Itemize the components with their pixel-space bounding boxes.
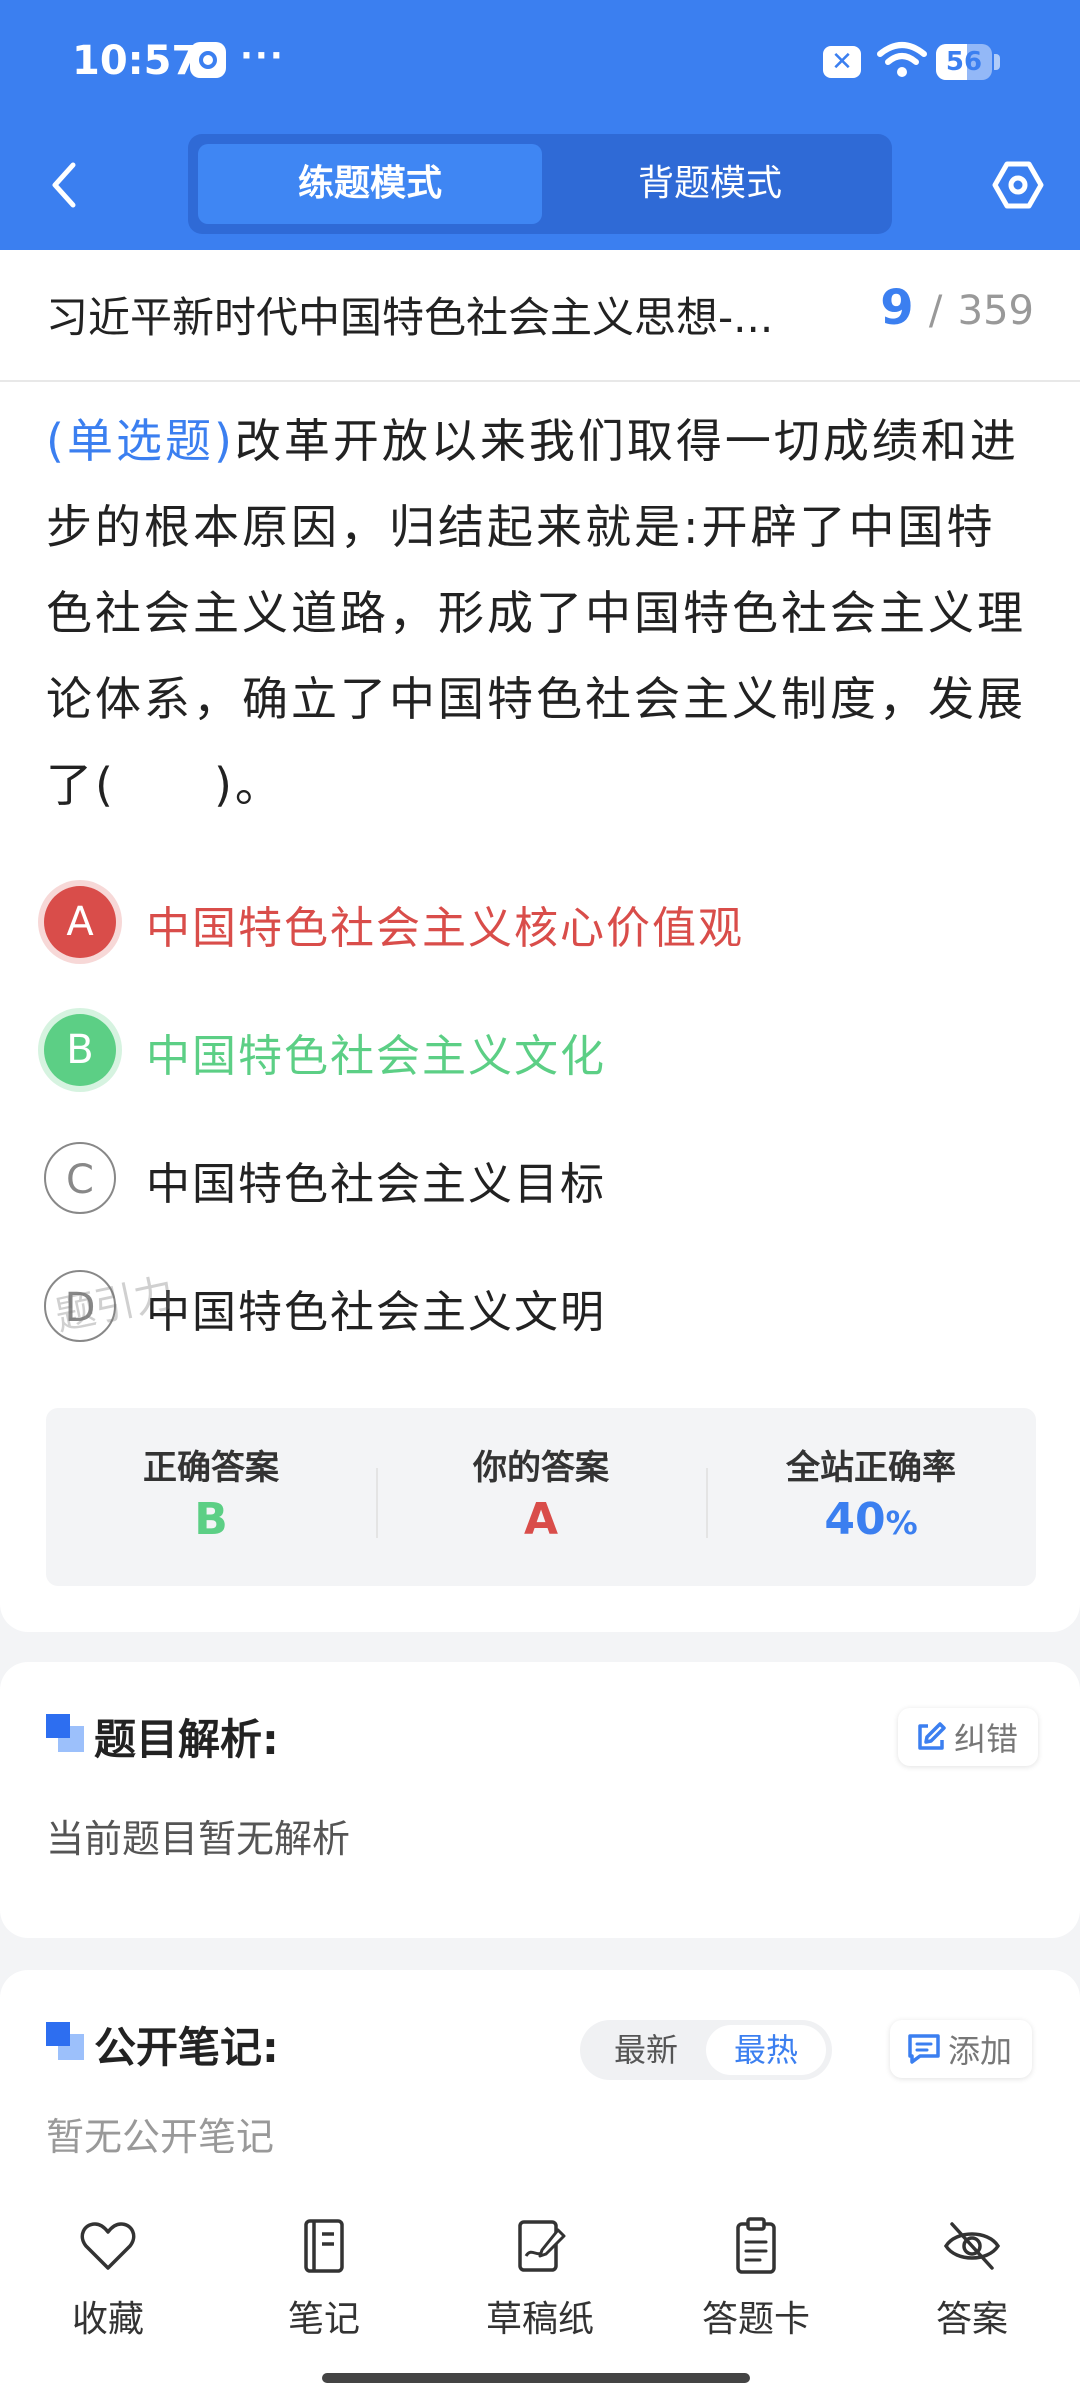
- notebook-icon: [304, 2219, 344, 2273]
- clipboard-icon: [736, 2217, 776, 2274]
- settings-button[interactable]: [985, 150, 1051, 220]
- chevron-left-icon: [52, 162, 76, 208]
- option-d[interactable]: D 中国特色社会主义文明: [40, 1256, 1040, 1356]
- report-error-label: 纠错: [954, 1720, 1019, 1758]
- accuracy-value: 40%: [706, 1494, 1036, 1545]
- correct-answer-value: B: [194, 1494, 228, 1545]
- status-bar: 10:57 ··· ✕ 56: [0, 0, 1080, 126]
- option-b-text: 中国特色社会主义文化: [146, 1031, 606, 1082]
- analysis-card: 题目解析: 纠错 当前题目暂无解析: [0, 1662, 1080, 1938]
- option-d-text: 中国特色社会主义文明: [146, 1287, 606, 1338]
- option-b[interactable]: B 中国特色社会主义文化: [40, 1000, 1040, 1100]
- mode-toggle: 练题模式 背题模式: [188, 134, 892, 234]
- your-answer-label: 你的答案: [473, 1448, 609, 1488]
- nav-draft-label: 草稿纸: [485, 2299, 594, 2340]
- notes-title: 公开笔记:: [94, 2023, 279, 2072]
- nav-answer[interactable]: 答案: [892, 2212, 1052, 2352]
- back-button[interactable]: [36, 150, 92, 220]
- nav-notes[interactable]: 笔记: [244, 2212, 404, 2352]
- notes-sort-toggle: 最新 最热: [580, 2020, 832, 2080]
- edit-icon: [918, 1722, 946, 1750]
- correct-answer-label: 正确答案: [143, 1448, 279, 1488]
- wifi-icon: [877, 42, 927, 77]
- question-header: 习近平新时代中国特色社会主义思想-... 9 / 359: [0, 250, 1080, 382]
- sort-hot-tab[interactable]: 最热: [706, 2025, 826, 2075]
- option-c-text: 中国特色社会主义目标: [146, 1159, 606, 1210]
- option-a-letter: A: [44, 886, 116, 958]
- counter-separator: /: [928, 288, 943, 334]
- option-c-letter: C: [44, 1142, 116, 1214]
- section-icon: [46, 1714, 84, 1752]
- top-bar: 10:57 ··· ✕ 56 练题模式 背题模式: [0, 0, 1080, 250]
- notes-body: 暂无公开笔记: [46, 2115, 275, 2159]
- nav-notes-label: 笔记: [287, 2299, 360, 2340]
- hexagon-settings-icon: [992, 161, 1044, 209]
- question-card: 习近平新时代中国特色社会主义思想-... 9 / 359 (单选题)改革开放以来…: [0, 250, 1080, 1632]
- answer-stats: 正确答案 B 你的答案 A 全站正确率 40%: [46, 1408, 1036, 1586]
- analysis-body: 当前题目暂无解析: [46, 1817, 351, 1861]
- option-a[interactable]: A 中国特色社会主义核心价值观: [40, 872, 1040, 972]
- nav-answer-card-label: 答题卡: [701, 2299, 810, 2340]
- your-answer-stat: 你的答案 A: [376, 1408, 706, 1586]
- app-notification-icon: [190, 42, 226, 78]
- nav-favorite-label: 收藏: [71, 2299, 144, 2340]
- home-indicator[interactable]: [322, 2373, 750, 2383]
- question-stem: 改革开放以来我们取得一切成绩和进步的根本原因，归结起来就是:开辟了中国特色社会主…: [46, 414, 1026, 812]
- eye-off-icon: [943, 2222, 1001, 2270]
- current-index: 9: [880, 280, 914, 336]
- draft-pen-icon: [518, 2220, 566, 2272]
- analysis-title: 题目解析:: [94, 1715, 279, 1764]
- chapter-title: 习近平新时代中国特色社会主义思想-...: [46, 293, 774, 342]
- question-counter[interactable]: 9 / 359: [880, 280, 1034, 336]
- accuracy-label: 全站正确率: [786, 1448, 956, 1488]
- tab-recite-mode[interactable]: 背题模式: [538, 144, 882, 224]
- tab-practice-mode[interactable]: 练题模式: [198, 144, 542, 224]
- accuracy-number: 40: [824, 1494, 886, 1545]
- battery-cap: [994, 54, 1000, 70]
- comment-icon: [908, 2034, 940, 2064]
- heart-icon: [80, 2222, 136, 2270]
- option-c[interactable]: C 中国特色社会主义目标: [40, 1128, 1040, 1228]
- option-a-text: 中国特色社会主义核心价值观: [146, 903, 744, 954]
- more-notifications-icon: ···: [240, 36, 285, 76]
- nav-answer-label: 答案: [935, 2299, 1008, 2340]
- bottom-nav: 收藏 笔记 草稿纸 答题卡 答案: [0, 2190, 1080, 2400]
- question-text: (单选题)改革开放以来我们取得一切成绩和进步的根本原因，归结起来就是:开辟了中国…: [46, 398, 1042, 828]
- status-time: 10:57: [72, 38, 200, 84]
- add-note-button[interactable]: 添加: [890, 2020, 1033, 2078]
- accuracy-unit: %: [885, 1504, 918, 1542]
- question-type: (单选题): [46, 414, 235, 468]
- nav-draft[interactable]: 草稿纸: [460, 2212, 620, 2352]
- total-count: 359: [957, 288, 1034, 334]
- report-error-button[interactable]: 纠错: [898, 1708, 1039, 1766]
- accuracy-stat: 全站正确率 40%: [706, 1408, 1036, 1586]
- your-answer-value: A: [523, 1494, 559, 1545]
- add-note-label: 添加: [948, 2032, 1013, 2070]
- correct-answer-stat: 正确答案 B: [46, 1408, 376, 1586]
- battery-level: 56: [945, 47, 983, 77]
- nav-favorite[interactable]: 收藏: [28, 2212, 188, 2352]
- sort-latest-tab[interactable]: 最新: [586, 2025, 706, 2075]
- notes-card: 公开笔记: 最新 最热 添加 暂无公开笔记: [0, 1970, 1080, 2190]
- nav-answer-card[interactable]: 答题卡: [676, 2212, 836, 2352]
- battery-icon: 56: [936, 44, 992, 80]
- option-b-letter: B: [44, 1014, 116, 1086]
- silent-mode-icon: ✕: [823, 46, 861, 78]
- section-icon: [46, 2022, 84, 2060]
